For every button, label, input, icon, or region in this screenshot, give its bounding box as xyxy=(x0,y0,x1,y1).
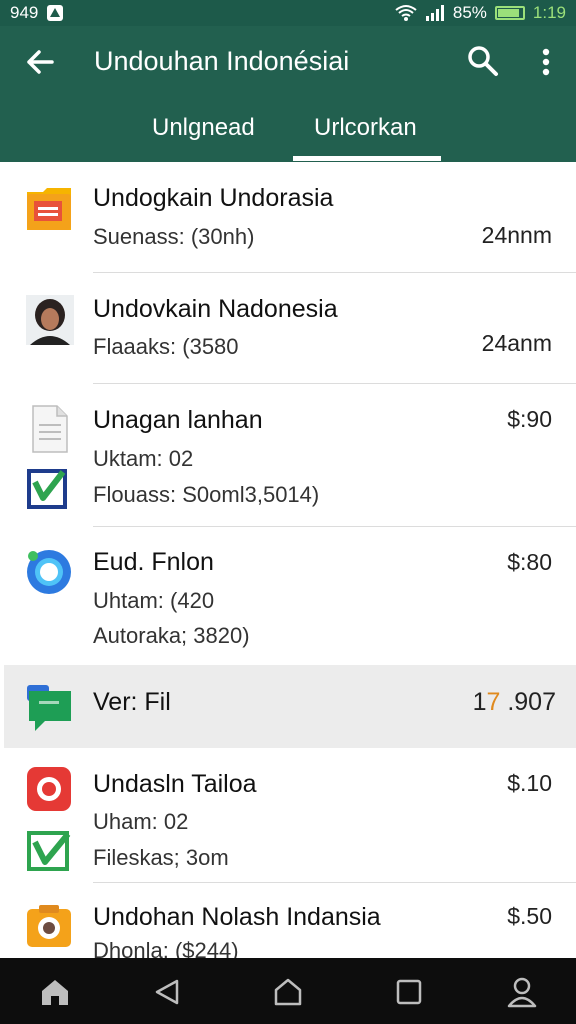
item-value-part: 1 xyxy=(472,688,487,716)
home-circle-icon[interactable] xyxy=(272,976,304,1008)
item-value-part: 7 xyxy=(486,688,501,716)
list-item[interactable]: Undohan Nolash Indansia Dhonla: ($244) $… xyxy=(0,883,576,958)
item-detail: Flouass: S0oml3,5014) xyxy=(93,482,320,507)
back-arrow-icon[interactable] xyxy=(22,44,58,80)
status-time-left: 949 xyxy=(10,3,39,22)
item-title: Eud. Fnlon xyxy=(93,548,214,576)
notification-icon xyxy=(47,5,64,21)
tab-indicator xyxy=(293,156,441,161)
recents-square-icon[interactable] xyxy=(393,976,425,1008)
item-value: $:80 xyxy=(507,549,552,575)
checkbox-icon xyxy=(27,831,71,871)
search-icon[interactable] xyxy=(466,44,500,78)
record-button-icon xyxy=(27,767,71,811)
item-title: Undohan Nolash Indansia xyxy=(93,903,381,931)
list-item-selected[interactable]: Ver: Fil 17 .907 xyxy=(4,665,576,748)
slides-folder-icon xyxy=(27,188,71,230)
item-detail: Dhonla: ($244) xyxy=(93,938,239,958)
profile-icon[interactable] xyxy=(506,976,538,1008)
item-title: Undogkain Undorasia xyxy=(93,184,334,212)
document-icon xyxy=(32,405,68,453)
back-triangle-icon[interactable] xyxy=(151,976,183,1008)
item-detail: Uktam: 02 xyxy=(93,446,194,471)
item-title: Undovkain Nadonesia xyxy=(93,295,338,323)
item-value: $.10 xyxy=(507,770,552,796)
battery-percent: 85% xyxy=(452,3,487,22)
list-item[interactable]: Undogkain Undorasia Suenass: (30nh) 24nn… xyxy=(0,162,576,272)
list-item[interactable]: Eud. Fnlon Uhtam: (420 Autoraka; 3820) $… xyxy=(0,527,576,665)
item-detail: Suenass: (30nh) xyxy=(93,224,255,249)
item-detail: Fileskas; 3om xyxy=(93,845,229,870)
app-bar: Undouhan Indonésiai Unlgnead Urlcorkan xyxy=(0,26,576,162)
item-value: $:90 xyxy=(507,406,552,432)
system-nav-bar xyxy=(0,958,576,1024)
list-item[interactable]: Unagan lanhan Uktam: 02 Flouass: S0oml3,… xyxy=(0,384,576,526)
item-title: Unagan lanhan xyxy=(93,406,263,434)
item-detail: Uham: 02 xyxy=(93,809,189,834)
item-detail: Autoraka; 3820) xyxy=(93,623,250,648)
item-detail: Flaaaks: (3580 xyxy=(93,334,239,359)
item-value: $.50 xyxy=(507,903,552,929)
avatar xyxy=(26,295,74,345)
item-title: Ver: Fil xyxy=(93,688,171,716)
signal-icon xyxy=(425,5,444,21)
status-time-right: 1:19 xyxy=(532,3,566,22)
home-icon[interactable] xyxy=(39,976,71,1008)
ring-app-icon xyxy=(27,550,71,594)
item-value: 24nnm xyxy=(481,222,552,248)
checkbox-icon xyxy=(27,469,67,509)
tab-urlcorkan[interactable]: Urlcorkan xyxy=(314,114,417,142)
more-options-icon[interactable] xyxy=(534,44,558,80)
battery-icon xyxy=(494,6,525,20)
status-bar: 949 85% 1:19 xyxy=(0,0,576,26)
item-title: Undasln Tailoa xyxy=(93,770,257,798)
page-title: Undouhan Indonésiai xyxy=(94,46,350,76)
item-value: 24anm xyxy=(481,330,552,356)
wifi-icon xyxy=(395,5,417,21)
item-value-part: .907 xyxy=(500,688,556,716)
list-item[interactable]: Undasln Tailoa Uham: 02 Fileskas; 3om $.… xyxy=(0,748,576,882)
chat-bubble-icon xyxy=(27,685,71,731)
tab-unlgnead[interactable]: Unlgnead xyxy=(152,114,255,142)
camera-app-icon xyxy=(27,905,71,947)
item-detail: Uhtam: (420 xyxy=(93,588,215,613)
list-item[interactable]: Undovkain Nadonesia Flaaaks: (3580 24anm xyxy=(0,273,576,383)
item-value: 17 .907 xyxy=(473,688,556,717)
